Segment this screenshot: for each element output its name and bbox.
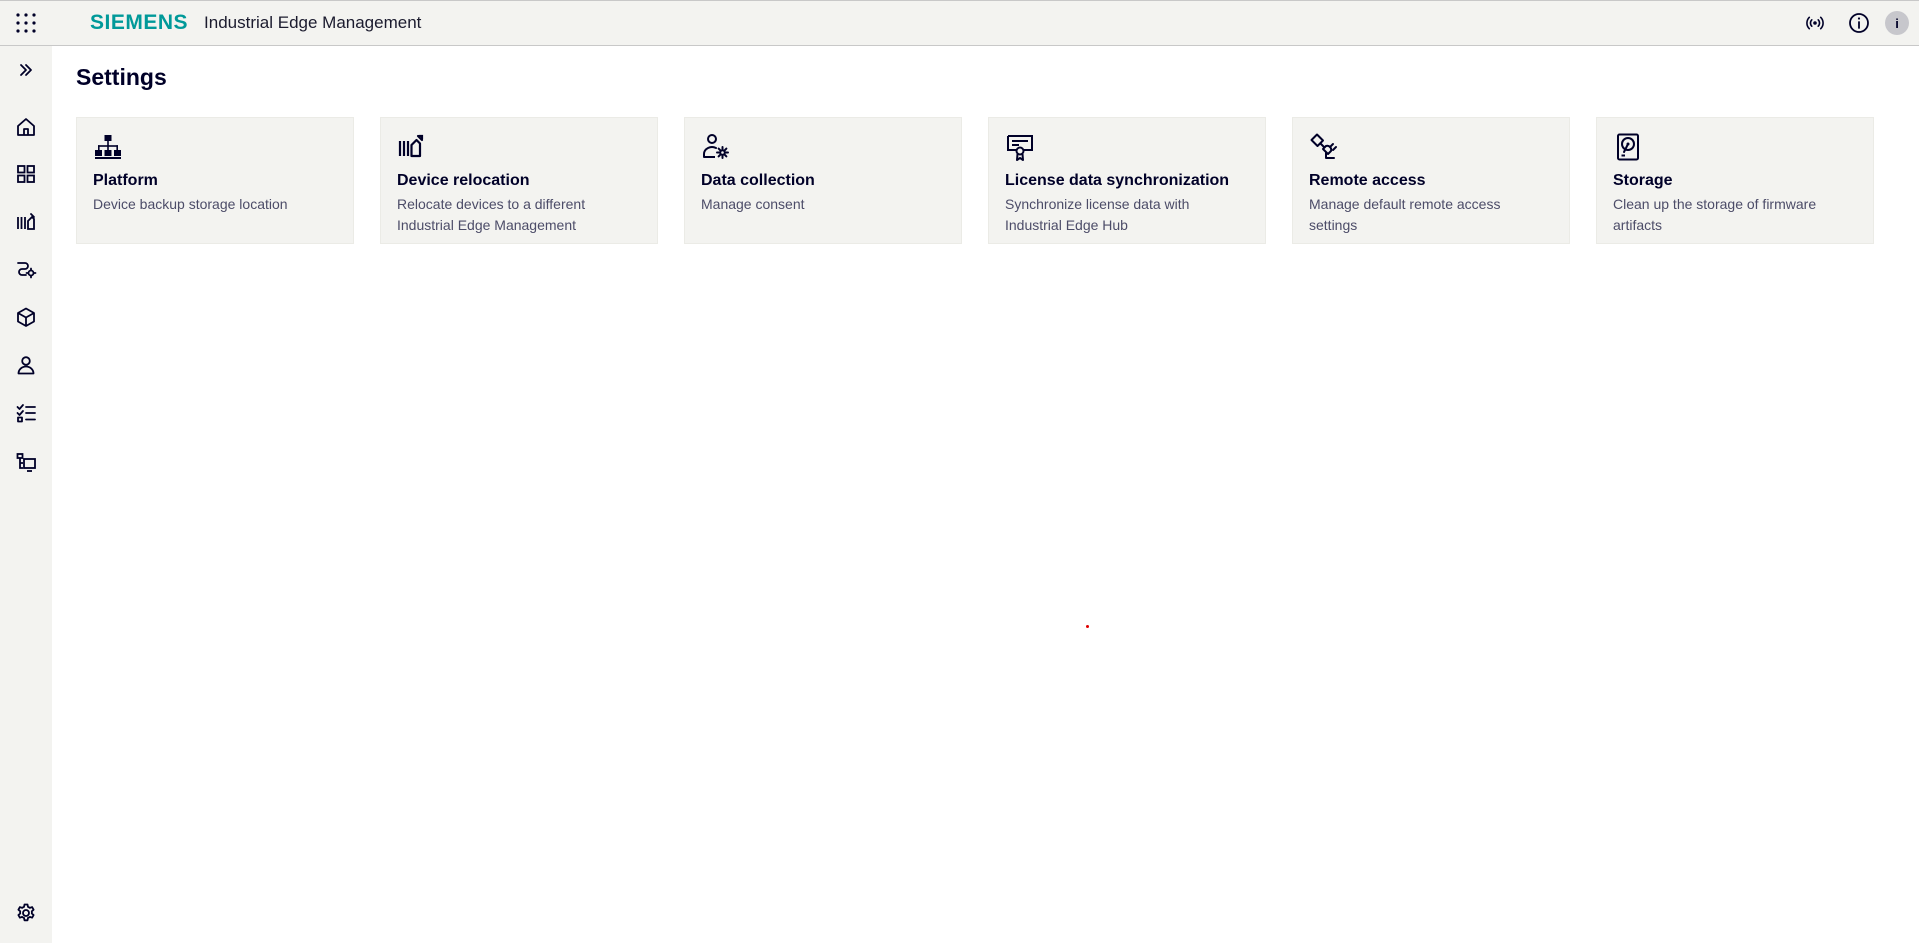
sidebar-item-home[interactable] bbox=[0, 107, 52, 147]
brand-logo: SIEMENS bbox=[90, 11, 189, 34]
settings-cards: Platform Device backup storage location … bbox=[76, 117, 1874, 244]
user-avatar[interactable]: i bbox=[1885, 11, 1909, 35]
home-icon bbox=[17, 118, 35, 136]
user-icon bbox=[17, 356, 35, 375]
hard-disk-icon bbox=[1617, 133, 1639, 161]
app-switcher-button[interactable] bbox=[0, 1, 52, 45]
user-gear-icon bbox=[703, 134, 729, 159]
grid-icon bbox=[17, 165, 35, 183]
card-description: Manage default remote access settings bbox=[1309, 196, 1501, 233]
double-chevron-right-icon bbox=[20, 64, 32, 76]
card-platform[interactable]: Platform Device backup storage location bbox=[76, 117, 354, 244]
sidebar-item-settings[interactable] bbox=[0, 893, 52, 933]
page-title: Settings bbox=[76, 64, 167, 90]
sidebar-expand-button[interactable] bbox=[0, 50, 52, 90]
app-name: Industrial Edge Management bbox=[204, 13, 422, 32]
card-data-collection[interactable]: Data collection Manage consent bbox=[684, 117, 962, 244]
checklist-icon bbox=[16, 404, 36, 423]
card-remote-access[interactable]: Remote access Manage default remote acce… bbox=[1292, 117, 1570, 244]
card-title: Device relocation bbox=[397, 172, 530, 189]
broadcast-button[interactable] bbox=[1793, 1, 1837, 45]
device-relocation-icon bbox=[17, 213, 35, 230]
card-description: Manage consent bbox=[701, 196, 805, 212]
main-content: Settings Platform Device backup storage … bbox=[52, 46, 1919, 943]
card-description: Clean up the storage of firmware artifac… bbox=[1613, 196, 1817, 233]
top-header: SIEMENS Industrial Edge Management i bbox=[0, 0, 1919, 46]
cursor-marker bbox=[1086, 625, 1089, 628]
card-description: Device backup storage location bbox=[93, 196, 288, 212]
card-title: Data collection bbox=[701, 172, 815, 189]
sidebar-item-catalog[interactable] bbox=[0, 297, 52, 337]
network-screen-icon bbox=[16, 453, 36, 472]
card-description: Relocate devices to a different Industri… bbox=[397, 196, 586, 233]
sidebar bbox=[0, 46, 52, 943]
card-description: Synchronize license data with Industrial… bbox=[1005, 196, 1190, 233]
sidebar-item-apps[interactable] bbox=[0, 154, 52, 194]
card-device-relocation[interactable]: Device relocation Relocate devices to a … bbox=[380, 117, 658, 244]
sidebar-item-jobs[interactable] bbox=[0, 393, 52, 433]
connector-gear-icon bbox=[17, 262, 37, 279]
sidebar-item-users[interactable] bbox=[0, 345, 52, 385]
info-button[interactable] bbox=[1837, 1, 1881, 45]
sidebar-item-monitoring[interactable] bbox=[0, 442, 52, 482]
hierarchy-icon bbox=[95, 135, 121, 159]
broadcast-icon bbox=[1806, 16, 1824, 30]
device-relocation-icon bbox=[398, 134, 424, 158]
sidebar-item-devices[interactable] bbox=[0, 202, 52, 242]
card-title: License data synchronization bbox=[1005, 172, 1230, 189]
certificate-icon bbox=[1007, 135, 1033, 161]
card-storage[interactable]: Storage Clean up the storage of firmware… bbox=[1596, 117, 1874, 244]
info-icon bbox=[1849, 13, 1869, 33]
sidebar-item-connections[interactable] bbox=[0, 249, 52, 289]
cube-icon bbox=[17, 307, 35, 327]
plug-icon bbox=[1310, 133, 1337, 159]
gear-icon bbox=[17, 903, 35, 922]
card-license-data-synchronization[interactable]: License data synchronization Synchronize… bbox=[988, 117, 1266, 244]
app-grid-icon bbox=[16, 13, 36, 33]
card-title: Platform bbox=[93, 172, 158, 189]
card-title: Storage bbox=[1613, 172, 1673, 189]
card-title: Remote access bbox=[1309, 172, 1426, 189]
